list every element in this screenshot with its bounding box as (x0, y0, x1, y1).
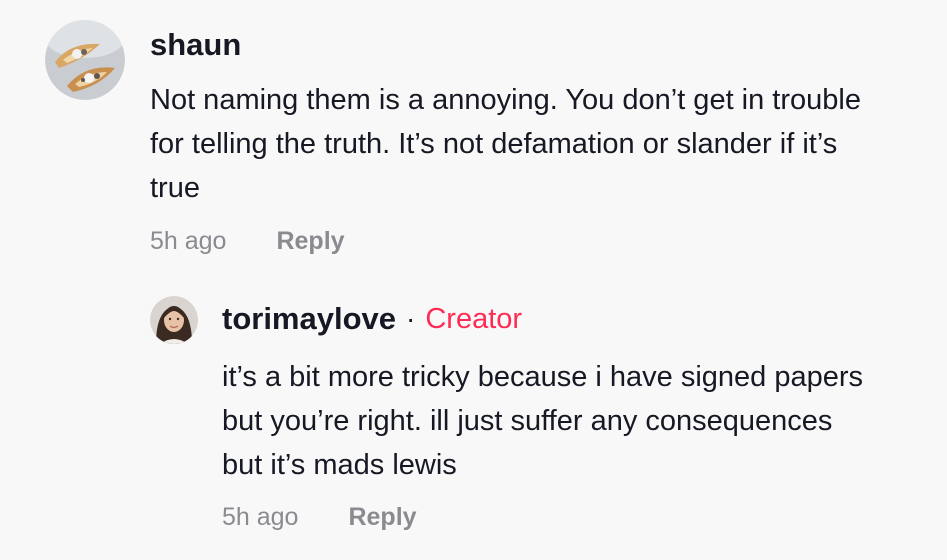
reply-button[interactable]: Reply (276, 226, 344, 256)
reply-timestamp: 5h ago (222, 503, 299, 531)
reply-text: it’s a bit more tricky because i have si… (222, 361, 864, 481)
reply-meta: 5h ago Reply (222, 502, 417, 532)
user-avatar-icon[interactable] (45, 20, 125, 100)
reply-button[interactable]: Reply (348, 502, 416, 532)
reply-header: torimaylove · Creator (222, 301, 522, 337)
comment-item: shaun Not naming them is a annoying. You… (0, 0, 947, 280)
creator-badge: Creator (425, 302, 523, 335)
separator-dot: · (406, 303, 416, 334)
avatar-photo-icon (150, 296, 198, 344)
avatar-photo-icon (45, 20, 125, 100)
reply-username[interactable]: torimaylove (222, 301, 396, 337)
comment-timestamp: 5h ago (150, 227, 227, 255)
comment-username[interactable]: shaun (150, 27, 241, 63)
comment-text: Not naming them is a annoying. You don’t… (150, 84, 861, 204)
comment-meta: 5h ago Reply (150, 226, 345, 256)
reply-avatar-icon[interactable] (150, 296, 198, 344)
